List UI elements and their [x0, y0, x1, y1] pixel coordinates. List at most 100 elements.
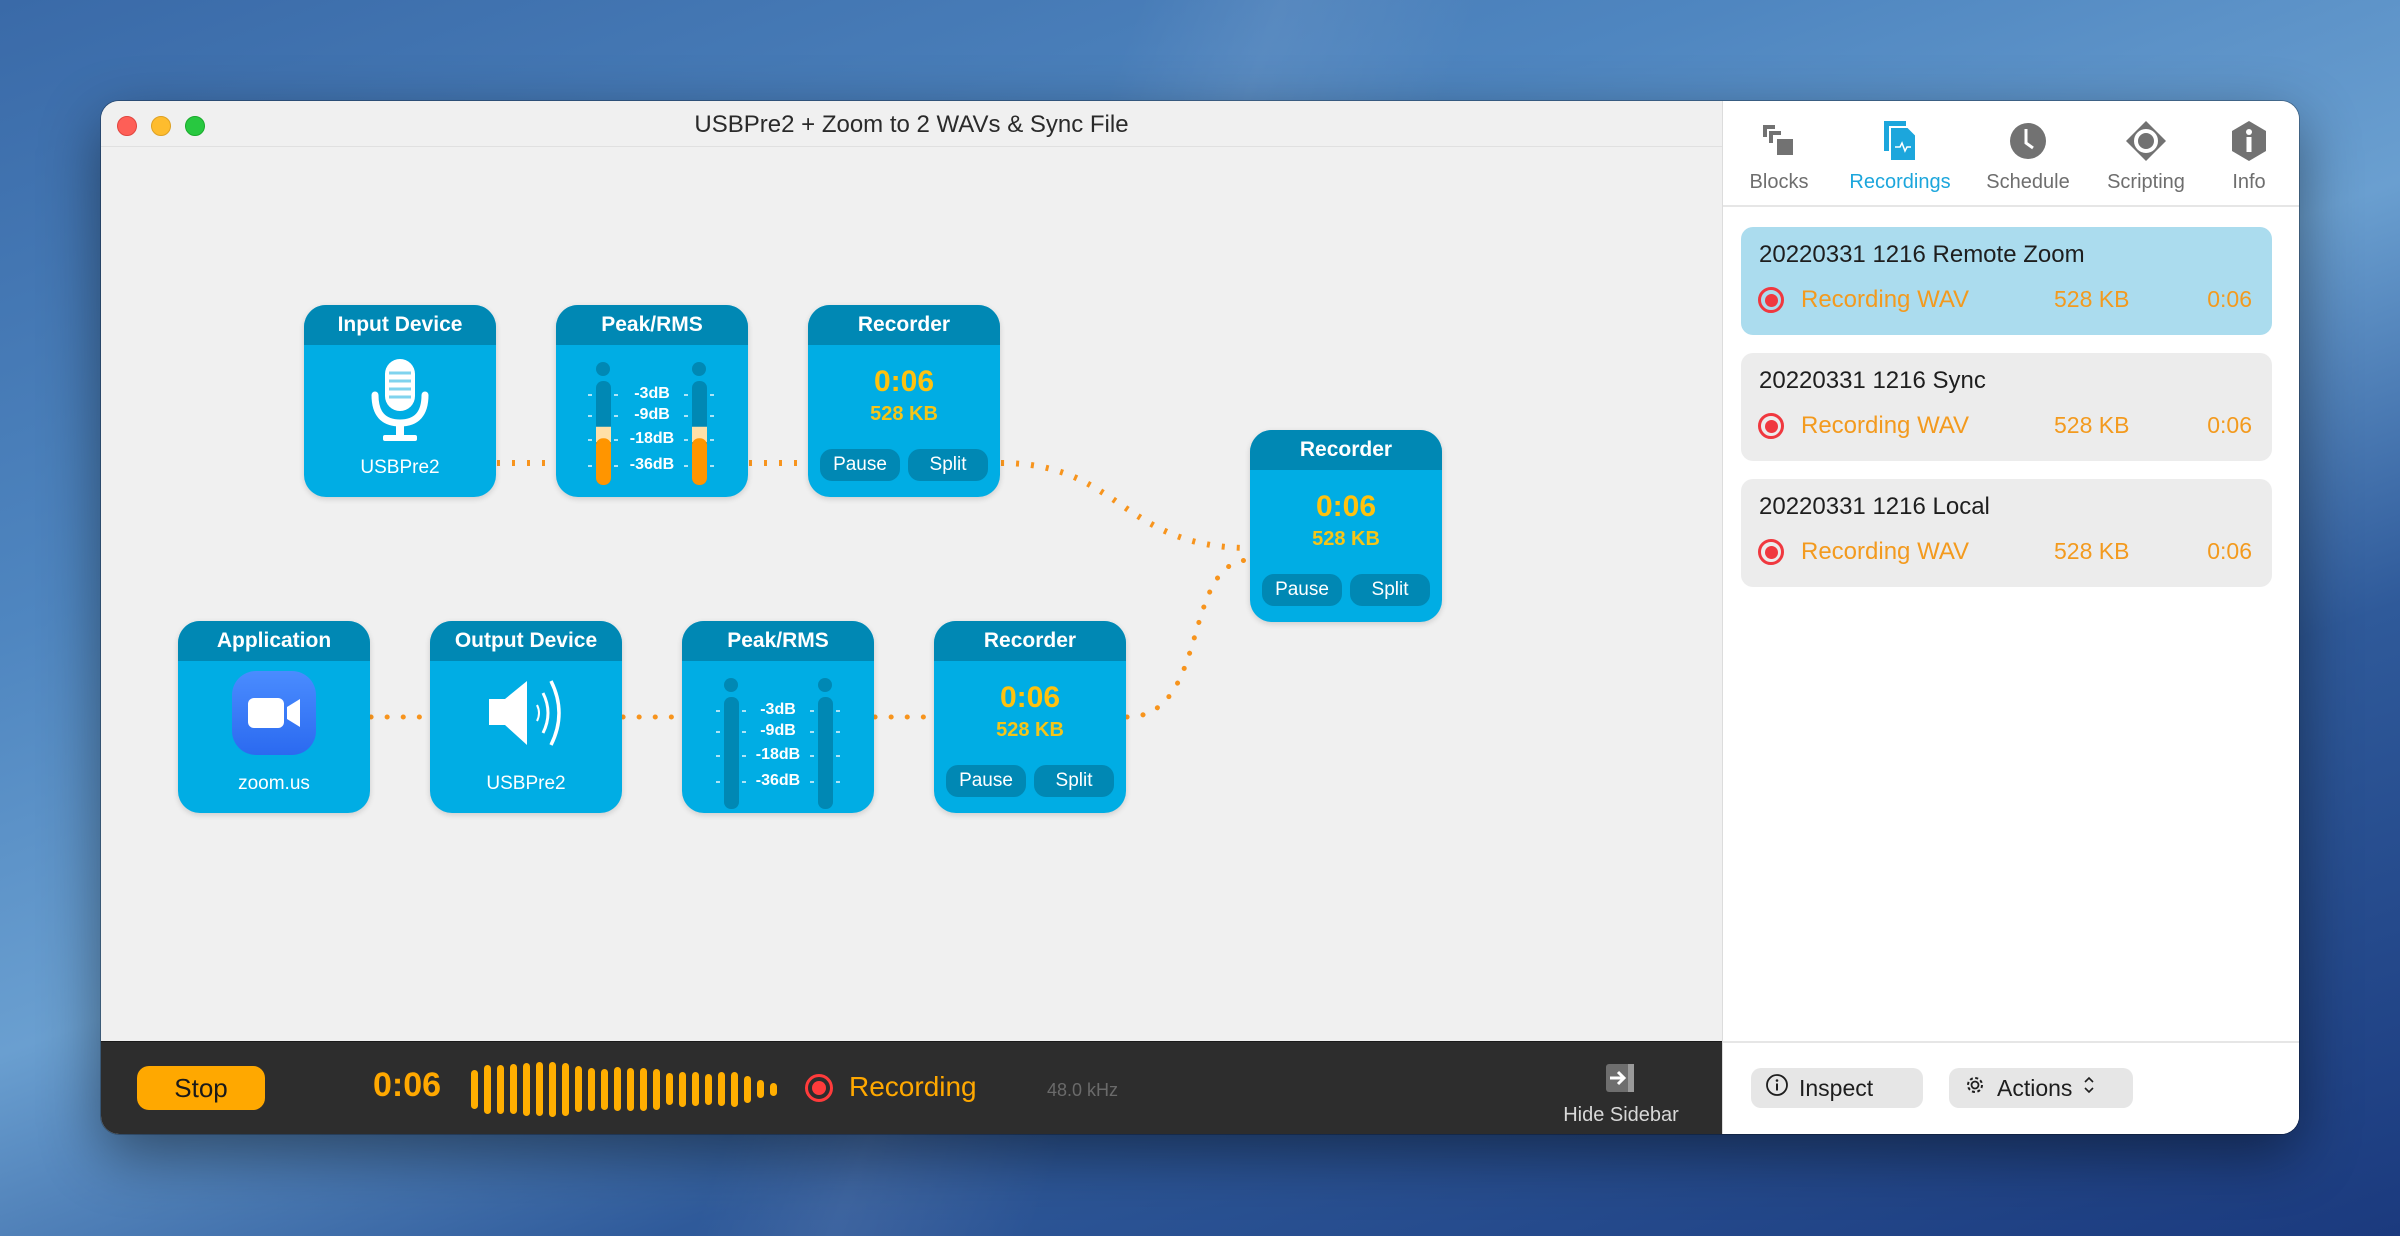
hide-sidebar-button[interactable]: Hide Sidebar	[1531, 1052, 1711, 1126]
recorder-time: 0:06	[1315, 490, 1377, 523]
sidebar: Blocks Recordings Schedule Scripting Inf…	[1722, 101, 2299, 1134]
waveform-bar	[562, 1062, 569, 1116]
scripting-icon	[2124, 119, 2168, 163]
recording-list-item[interactable]: 20220331 1216 Sync Recording WAV 528 KB …	[1741, 353, 2272, 461]
inspect-button[interactable]: Inspect	[1751, 1068, 1923, 1108]
tab-recordings[interactable]: Recordings	[1835, 115, 1965, 201]
tab-schedule[interactable]: Schedule	[1973, 115, 2083, 201]
recorder-block[interactable]: Recorder 0:06 528 KB Pause Split	[808, 305, 1000, 497]
waveform-bar	[484, 1064, 491, 1114]
waveform-bar	[653, 1068, 660, 1110]
waveform-bar	[666, 1073, 673, 1105]
block-title: Recorder	[1250, 430, 1442, 470]
app-name: zoom.us	[238, 773, 310, 794]
waveform-bar	[536, 1062, 543, 1116]
tab-label: Schedule	[1986, 171, 2070, 193]
blocks-canvas[interactable]: Input Device USBPre2 Peak/RMS -3dB -9dB …	[101, 148, 1722, 1041]
pause-button[interactable]: Pause	[820, 449, 900, 481]
waveform-bar	[549, 1061, 556, 1117]
info-icon	[2227, 119, 2271, 163]
clock-icon	[2006, 119, 2050, 163]
level-meter	[588, 362, 714, 485]
block-title: Application	[178, 621, 370, 661]
sidebar-arrow-icon	[1606, 1064, 1634, 1092]
tab-label: Blocks	[1749, 171, 1809, 193]
split-button[interactable]: Split	[1034, 765, 1114, 797]
tab-scripting[interactable]: Scripting	[2091, 115, 2201, 201]
block-title: Peak/RMS	[556, 305, 748, 345]
gear-icon	[1963, 1073, 1987, 1103]
hide-sidebar-label: Hide Sidebar	[1563, 1104, 1679, 1126]
recording-list-item[interactable]: 20220331 1216 Local Recording WAV 528 KB…	[1741, 479, 2272, 587]
stop-button[interactable]: Stop	[137, 1066, 265, 1110]
recording-duration: 0:06	[2207, 286, 2252, 312]
waveform-meter	[471, 1060, 777, 1118]
waveform-bar	[588, 1067, 595, 1111]
level-meter	[716, 678, 840, 809]
pause-button[interactable]: Pause	[946, 765, 1026, 797]
zoom-app-icon	[178, 671, 370, 771]
recorder-block[interactable]: Recorder 0:06 528 KB Pause Split	[934, 621, 1126, 813]
recorder-time: 0:06	[873, 365, 935, 398]
db-scale-label: -18dB	[755, 746, 801, 763]
sample-rate: 48.0 kHz	[1047, 1080, 1119, 1100]
waveform-bar	[523, 1062, 530, 1116]
db-scale-label: -9dB	[634, 406, 670, 423]
recording-name: 20220331 1216 Local	[1759, 493, 1990, 520]
waveform-bar	[627, 1067, 634, 1111]
waveform-bar	[731, 1071, 738, 1107]
waveform-bar	[718, 1072, 725, 1106]
window-title: USBPre2 + Zoom to 2 WAVs & Sync File	[694, 111, 1129, 138]
device-name: USBPre2	[360, 457, 440, 478]
sidebar-tabs: Blocks Recordings Schedule Scripting Inf…	[1723, 101, 2299, 207]
tab-label: Recordings	[1849, 171, 1951, 193]
chevron-updown-icon	[2082, 1073, 2096, 1103]
peak-rms-block[interactable]: Peak/RMS -3dB -9dB -18dB -36dB	[556, 305, 748, 497]
microphone-icon	[304, 357, 496, 457]
actions-label: Actions	[1997, 1074, 2073, 1101]
block-title: Recorder	[934, 621, 1126, 661]
recording-status: Recording	[849, 1071, 977, 1102]
application-block[interactable]: Application zoom.us	[178, 621, 370, 813]
device-name: USBPre2	[486, 773, 566, 794]
recording-size: 528 KB	[2054, 412, 2130, 438]
recorder-size: 528 KB	[996, 719, 1064, 741]
recording-duration: 0:06	[2207, 412, 2252, 438]
record-indicator-icon	[805, 1074, 833, 1102]
tab-blocks[interactable]: Blocks	[1731, 115, 1827, 201]
tab-info[interactable]: Info	[2209, 115, 2289, 201]
tab-label: Scripting	[2107, 171, 2185, 193]
waveform-bar	[757, 1080, 764, 1098]
waveform-bar	[744, 1075, 751, 1103]
block-title: Output Device	[430, 621, 622, 661]
recorder-time: 0:06	[999, 681, 1061, 714]
transport-bar: Stop 0:06 Recording 48.0 kHz Hide Sideba…	[101, 1041, 1722, 1134]
actions-menu-button[interactable]: Actions	[1949, 1068, 2133, 1108]
recording-list-item[interactable]: 20220331 1216 Remote Zoom Recording WAV …	[1741, 227, 2272, 335]
waveform-bar	[497, 1064, 504, 1114]
db-scale-label: -36dB	[755, 772, 801, 789]
db-scale-label: -9dB	[760, 722, 796, 739]
recording-name: 20220331 1216 Remote Zoom	[1759, 241, 2085, 268]
waveform-bar	[640, 1067, 647, 1111]
split-button[interactable]: Split	[1350, 574, 1430, 606]
recordings-icon	[1878, 119, 1922, 163]
peak-rms-block[interactable]: Peak/RMS -3dB -9dB -18dB -36dB	[682, 621, 874, 813]
db-scale-label: -3dB	[634, 385, 670, 402]
recording-status: Recording WAV	[1801, 286, 1970, 313]
elapsed-time: 0:06	[373, 1066, 442, 1104]
split-button[interactable]: Split	[908, 449, 988, 481]
waveform-bar	[692, 1072, 699, 1106]
connections-layer	[368, 460, 1253, 720]
recorder-block[interactable]: Recorder 0:06 528 KB Pause Split	[1250, 430, 1442, 622]
block-title: Recorder	[808, 305, 1000, 345]
recording-size: 528 KB	[2054, 538, 2130, 564]
output-device-block[interactable]: Output Device USBPre2	[430, 621, 622, 813]
input-device-block[interactable]: Input Device USBPre2	[304, 305, 496, 497]
recording-name: 20220331 1216 Sync	[1759, 367, 1986, 394]
pause-button[interactable]: Pause	[1262, 574, 1342, 606]
blocks-icon	[1757, 119, 1801, 163]
waveform-bar	[614, 1067, 621, 1111]
waveform-bar	[705, 1073, 712, 1105]
record-indicator-icon	[1758, 413, 1784, 439]
